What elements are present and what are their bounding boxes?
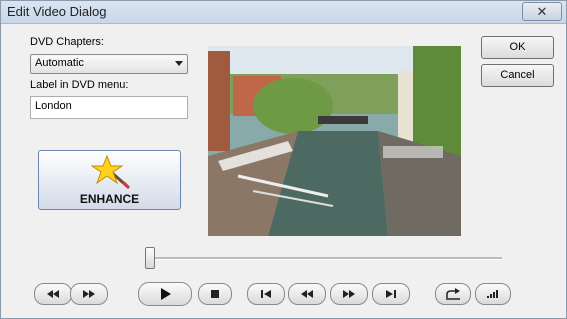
fast-forward-icon [83, 290, 95, 298]
step-back-icon [301, 290, 313, 298]
play-icon [161, 288, 171, 300]
dvd-chapters-value: Automatic [35, 57, 84, 69]
step-forward-icon [343, 290, 355, 298]
video-preview [208, 46, 461, 236]
dvd-chapters-label: DVD Chapters: [30, 36, 104, 48]
rewind-icon [47, 290, 59, 298]
skip-to-start-button[interactable] [247, 283, 285, 305]
play-button[interactable] [138, 282, 192, 306]
dvd-menu-label-input[interactable] [35, 100, 183, 112]
timeline-track[interactable] [148, 257, 502, 260]
enhance-label: ENHANCE [79, 192, 140, 206]
magic-wand-star-icon [91, 154, 130, 189]
dvd-menu-label: Label in DVD menu: [30, 79, 129, 91]
dvd-chapters-dropdown[interactable]: Automatic [30, 54, 188, 74]
share-icon [446, 288, 460, 300]
cancel-button[interactable]: Cancel [481, 64, 554, 87]
skip-to-end-button[interactable] [372, 283, 410, 305]
skip-to-end-icon [386, 290, 396, 298]
volume-button[interactable] [475, 283, 511, 305]
rewind-button[interactable] [34, 283, 72, 305]
close-icon: ✕ [536, 4, 548, 19]
video-frame-image [208, 46, 461, 236]
step-back-button[interactable] [288, 283, 326, 305]
step-forward-button[interactable] [330, 283, 368, 305]
fast-forward-button[interactable] [70, 283, 108, 305]
stop-icon [211, 290, 219, 298]
enhance-button[interactable]: ENHANCE [38, 150, 181, 210]
title-bar: Edit Video Dialog ✕ [1, 1, 566, 24]
timeline-thumb[interactable] [145, 247, 155, 269]
share-button[interactable] [435, 283, 471, 305]
chevron-down-icon [175, 61, 183, 66]
close-button[interactable]: ✕ [522, 2, 562, 21]
dvd-menu-label-field[interactable] [30, 96, 188, 119]
window-title: Edit Video Dialog [7, 4, 107, 19]
volume-icon [487, 290, 498, 298]
ok-button[interactable]: OK [481, 36, 554, 59]
edit-video-dialog: Edit Video Dialog ✕ DVD Chapters: Automa… [0, 0, 567, 319]
stop-button[interactable] [198, 283, 232, 305]
skip-to-start-icon [261, 290, 271, 298]
